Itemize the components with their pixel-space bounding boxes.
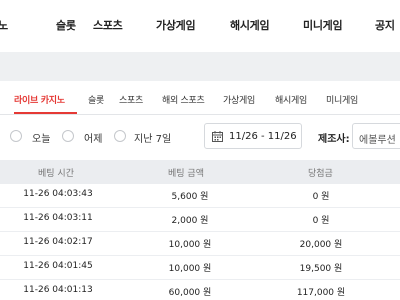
radio-last-7-days[interactable] bbox=[114, 130, 126, 142]
tab-sports[interactable]: 스포츠 bbox=[119, 93, 143, 106]
cell-bet-amount: 5,600 원 bbox=[171, 192, 209, 202]
tab-virtual[interactable]: 가상게임 bbox=[223, 93, 255, 106]
nav-item-slot[interactable]: 슬롯 bbox=[56, 17, 76, 33]
calendar-icon bbox=[212, 131, 223, 142]
cell-bet-amount: 2,000 원 bbox=[171, 216, 209, 226]
provider-select-value: 에볼루션 bbox=[359, 135, 396, 146]
header-winnings: 당첨금 bbox=[308, 169, 333, 179]
radio-today-label[interactable]: 오늘 bbox=[32, 130, 50, 145]
nav-item-hash[interactable]: 해시게임 bbox=[230, 17, 270, 33]
date-range-value: 11/26 - 11/26 bbox=[229, 131, 297, 142]
provider-label: 제조사: bbox=[318, 134, 350, 145]
cell-bet-amount: 10,000 원 bbox=[168, 240, 212, 250]
cell-winnings: 117,000 원 bbox=[296, 288, 346, 298]
tab-hash[interactable]: 해시게임 bbox=[275, 93, 307, 106]
radio-today[interactable] bbox=[10, 130, 22, 142]
cell-bet-time: 11-26 04:03:11 bbox=[23, 213, 93, 223]
tab-slot[interactable]: 슬롯 bbox=[88, 93, 104, 106]
header-bet-time: 베팅 시간 bbox=[38, 169, 74, 179]
table-row: 11-26 04:01:13 60,000 원 117,000 원 bbox=[0, 280, 400, 300]
cell-bet-time: 11-26 04:02:17 bbox=[23, 237, 93, 247]
cell-winnings: 19,500 원 bbox=[299, 264, 343, 274]
game-category-tabs: 라이브 카지노 슬롯 스포츠 해외 스포츠 가상게임 해시게임 미니게임 bbox=[0, 93, 400, 111]
header-bet-amount: 베팅 금액 bbox=[168, 169, 204, 179]
tab-mini[interactable]: 미니게임 bbox=[326, 93, 358, 106]
cell-winnings: 0 원 bbox=[312, 192, 330, 202]
cell-winnings: 0 원 bbox=[312, 216, 330, 226]
table-row: 11-26 04:03:11 2,000 원 0 원 bbox=[0, 208, 400, 232]
radio-yesterday[interactable] bbox=[62, 130, 74, 142]
provider-select[interactable]: 에볼루션 bbox=[352, 123, 400, 149]
table-row: 11-26 04:03:43 5,600 원 0 원 bbox=[0, 184, 400, 208]
cell-bet-amount: 10,000 원 bbox=[168, 264, 212, 274]
nav-item-notice[interactable]: 공지 bbox=[375, 17, 395, 33]
tab-overseas-sports[interactable]: 해외 스포츠 bbox=[162, 93, 205, 106]
date-range-picker[interactable]: 11/26 - 11/26 bbox=[204, 123, 302, 149]
cell-bet-time: 11-26 04:01:45 bbox=[23, 261, 93, 271]
top-nav: 노 슬롯 스포츠 가상게임 해시게임 미니게임 공지 bbox=[0, 0, 400, 52]
divider bbox=[0, 114, 400, 115]
cell-bet-time: 11-26 04:03:43 bbox=[23, 189, 93, 199]
table-row: 11-26 04:01:45 10,000 원 19,500 원 bbox=[0, 256, 400, 280]
cell-bet-time: 11-26 04:01:13 bbox=[23, 285, 93, 295]
cell-winnings: 20,000 원 bbox=[299, 240, 343, 250]
nav-item-sports[interactable]: 스포츠 bbox=[93, 17, 123, 33]
radio-last-7-days-label[interactable]: 지난 7일 bbox=[134, 130, 171, 145]
table-row: 11-26 04:02:17 10,000 원 20,000 원 bbox=[0, 232, 400, 256]
nav-item-mini[interactable]: 미니게임 bbox=[303, 17, 343, 33]
page-band bbox=[0, 52, 400, 81]
radio-yesterday-label[interactable]: 어제 bbox=[84, 130, 102, 145]
cell-bet-amount: 60,000 원 bbox=[168, 288, 212, 298]
tab-live-casino[interactable]: 라이브 카지노 bbox=[14, 93, 65, 106]
nav-item-casino[interactable]: 노 bbox=[0, 17, 8, 33]
nav-item-virtual[interactable]: 가상게임 bbox=[156, 17, 196, 33]
